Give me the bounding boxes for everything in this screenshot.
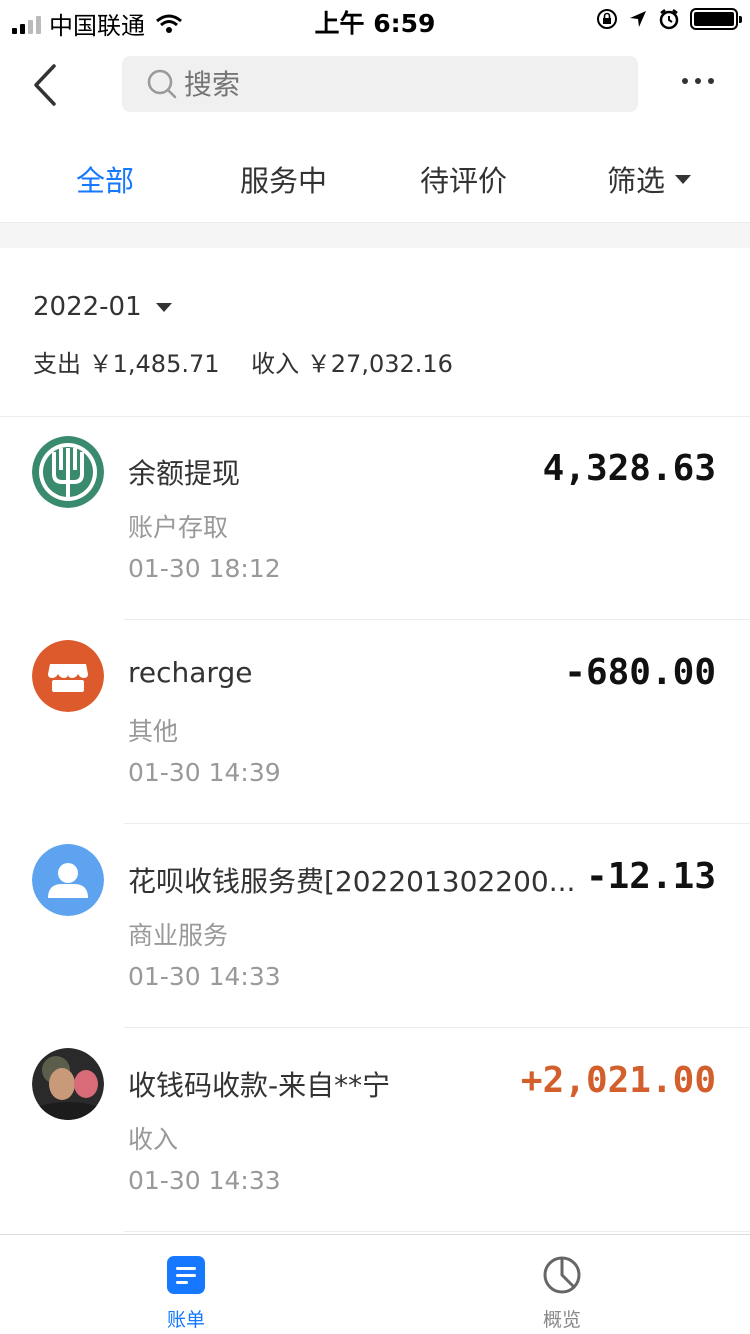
- caret-down-icon: [155, 302, 172, 312]
- search-icon: [147, 69, 177, 99]
- tab-overview-label: 概览: [542, 1309, 581, 1331]
- transaction-title: 花呗收钱服务费[202201302200...: [128, 865, 576, 898]
- tab-overview[interactable]: 概览: [502, 1255, 622, 1332]
- income-total: 收入 ￥27,032.16: [251, 350, 453, 378]
- transaction-amount: -12.13: [585, 856, 716, 897]
- bottom-tab-bar: 账单 概览: [0, 1234, 750, 1334]
- back-arrow-icon[interactable]: [26, 60, 66, 110]
- status-bar: 中国联通 上午 6:59: [0, 0, 750, 40]
- transaction-title: 收钱码收款-来自**宁: [128, 1069, 391, 1102]
- location-icon: [630, 11, 646, 27]
- transaction-category: 商业服务: [128, 921, 229, 950]
- bank-logo-icon: [32, 436, 104, 508]
- rotation-lock-icon: [597, 9, 617, 29]
- transaction-time: 01-30 14:33: [128, 962, 281, 991]
- tab-filter-label: 筛选: [607, 164, 666, 198]
- transaction-amount: 4,328.63: [542, 448, 716, 489]
- transaction-time: 01-30 14:39: [128, 758, 281, 787]
- transaction-title: recharge: [128, 656, 253, 689]
- battery-icon: [690, 8, 742, 30]
- tab-bills[interactable]: 账单: [126, 1255, 246, 1332]
- more-options-icon[interactable]: [682, 78, 714, 84]
- transaction-amount: +2,021.00: [520, 1060, 716, 1101]
- month-selector[interactable]: 2022-01: [33, 292, 172, 322]
- tab-filter[interactable]: 筛选: [607, 158, 692, 200]
- filter-tabs: 全部 服务中 待评价 筛选: [0, 130, 750, 222]
- tab-in-service[interactable]: 服务中: [240, 158, 327, 200]
- tab-pending-review[interactable]: 待评价: [420, 158, 507, 200]
- navigation-bar: [0, 40, 750, 130]
- tab-bills-label: 账单: [166, 1309, 205, 1331]
- transaction-row[interactable]: 余额提现 账户存取 01-30 18:12 4,328.63: [0, 416, 750, 620]
- transaction-row[interactable]: 花呗收钱服务费[202201302200... 商业服务 01-30 14:33…: [0, 824, 750, 1028]
- transaction-amount: -680.00: [564, 652, 716, 693]
- transaction-category: 其他: [128, 717, 179, 746]
- transaction-time: 01-30 14:33: [128, 1166, 281, 1195]
- expense-total: 支出 ￥1,485.71: [33, 350, 220, 378]
- pie-chart-icon: [543, 1256, 581, 1294]
- alarm-icon: [659, 9, 679, 30]
- transaction-category: 账户存取: [128, 513, 229, 542]
- transaction-category: 收入: [128, 1125, 179, 1154]
- transaction-time: 01-30 18:12: [128, 554, 281, 583]
- section-divider: [0, 222, 750, 248]
- transaction-title: 余额提现: [128, 457, 241, 490]
- photo-avatar: [32, 1048, 104, 1120]
- store-icon: [32, 640, 104, 712]
- caret-down-icon: [675, 174, 692, 184]
- search-input[interactable]: [184, 67, 624, 101]
- search-bar[interactable]: [122, 56, 638, 112]
- user-icon: [32, 844, 104, 916]
- tab-all[interactable]: 全部: [76, 158, 134, 200]
- transaction-row[interactable]: 收钱码收款-来自**宁 收入 01-30 14:33 +2,021.00: [0, 1028, 750, 1232]
- transaction-row[interactable]: recharge 其他 01-30 14:39 -680.00: [0, 620, 750, 824]
- month-totals: 支出 ￥1,485.71 收入 ￥27,032.16: [33, 344, 477, 379]
- bill-list-icon: [167, 1256, 205, 1294]
- month-label: 2022-01: [33, 292, 142, 322]
- divider: [124, 1231, 750, 1232]
